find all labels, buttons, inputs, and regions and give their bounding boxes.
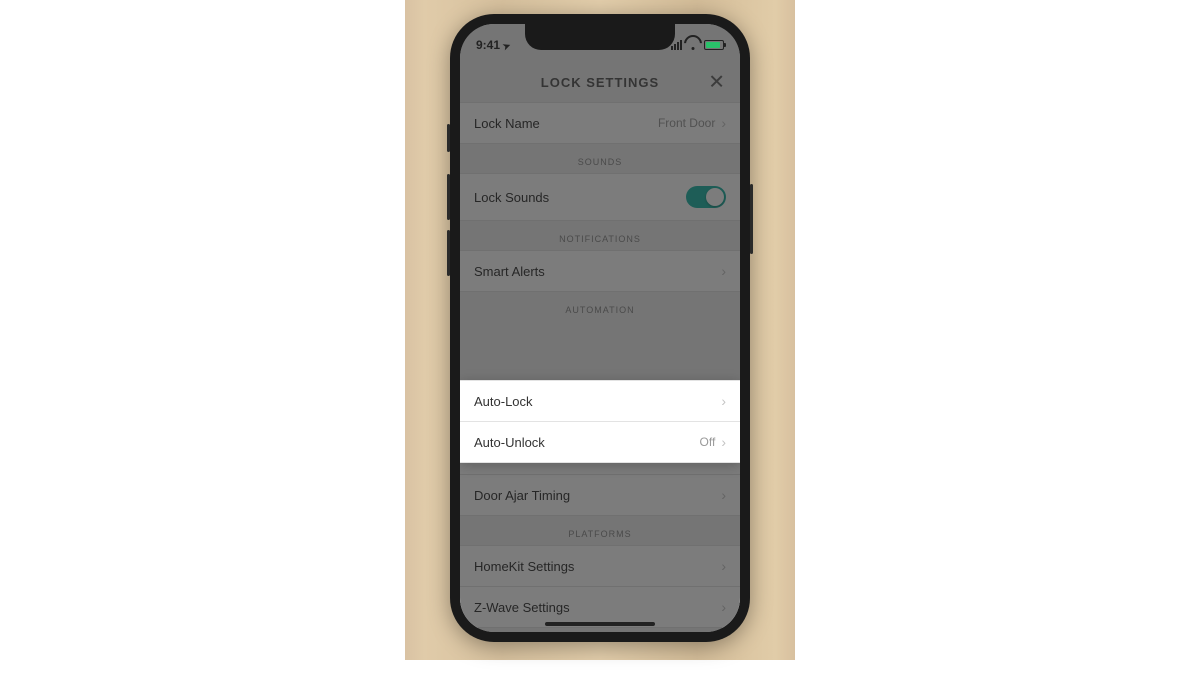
- settings-list: Lock Name Front Door › SOUNDS Lock Sound…: [460, 102, 740, 628]
- row-value: Off: [700, 435, 716, 449]
- section-automation: AUTOMATION: [460, 291, 740, 321]
- phone-frame: 9:41 LOCK SETTINGS ✕ Lock Name Front Doo…: [450, 14, 750, 642]
- row-lock-name[interactable]: Lock Name Front Door ›: [460, 102, 740, 144]
- row-label: Door Ajar Timing: [474, 488, 570, 503]
- toggle-on[interactable]: [686, 186, 726, 208]
- row-label: Smart Alerts: [474, 264, 545, 279]
- chevron-right-icon: ›: [721, 115, 726, 131]
- notch: [525, 24, 675, 50]
- battery-icon: [704, 40, 724, 50]
- volume-down-button: [447, 230, 450, 276]
- chevron-right-icon: ›: [721, 487, 726, 503]
- page-title: LOCK SETTINGS: [541, 75, 659, 90]
- chevron-right-icon: ›: [721, 393, 726, 409]
- location-icon: [503, 38, 511, 52]
- row-label: HomeKit Settings: [474, 559, 574, 574]
- chevron-right-icon: ›: [721, 558, 726, 574]
- highlighted-automation-group: Auto-Lock › Auto-Unlock Off ›: [460, 380, 740, 462]
- row-label: Auto-Lock: [474, 394, 533, 409]
- section-notifications: NOTIFICATIONS: [460, 220, 740, 250]
- app-content: LOCK SETTINGS ✕ Lock Name Front Door › S…: [460, 24, 740, 632]
- row-label: Auto-Unlock: [474, 435, 545, 450]
- section-sounds: SOUNDS: [460, 143, 740, 173]
- close-icon[interactable]: ✕: [708, 70, 726, 95]
- app-header: LOCK SETTINGS ✕: [460, 62, 740, 102]
- status-time: 9:41: [476, 38, 500, 52]
- home-indicator[interactable]: [545, 622, 655, 626]
- row-label: Z-Wave Settings: [474, 600, 570, 615]
- side-button: [750, 184, 753, 254]
- row-auto-unlock[interactable]: Auto-Unlock Off ›: [460, 421, 740, 463]
- wifi-icon: [686, 40, 700, 50]
- chevron-right-icon: ›: [721, 263, 726, 279]
- volume-up-button: [447, 174, 450, 220]
- chevron-right-icon: ›: [721, 599, 726, 615]
- row-label: Lock Sounds: [474, 190, 549, 205]
- row-value: Front Door: [658, 116, 715, 130]
- row-label: Lock Name: [474, 116, 540, 131]
- row-smart-alerts[interactable]: Smart Alerts ›: [460, 250, 740, 292]
- row-lock-sounds[interactable]: Lock Sounds: [460, 173, 740, 221]
- section-platforms: PLATFORMS: [460, 515, 740, 545]
- chevron-right-icon: ›: [721, 434, 726, 450]
- mute-switch: [447, 124, 450, 152]
- row-homekit[interactable]: HomeKit Settings ›: [460, 545, 740, 587]
- row-door-ajar[interactable]: Door Ajar Timing ›: [460, 474, 740, 516]
- row-auto-lock[interactable]: Auto-Lock ›: [460, 380, 740, 422]
- phone-screen: 9:41 LOCK SETTINGS ✕ Lock Name Front Doo…: [460, 24, 740, 632]
